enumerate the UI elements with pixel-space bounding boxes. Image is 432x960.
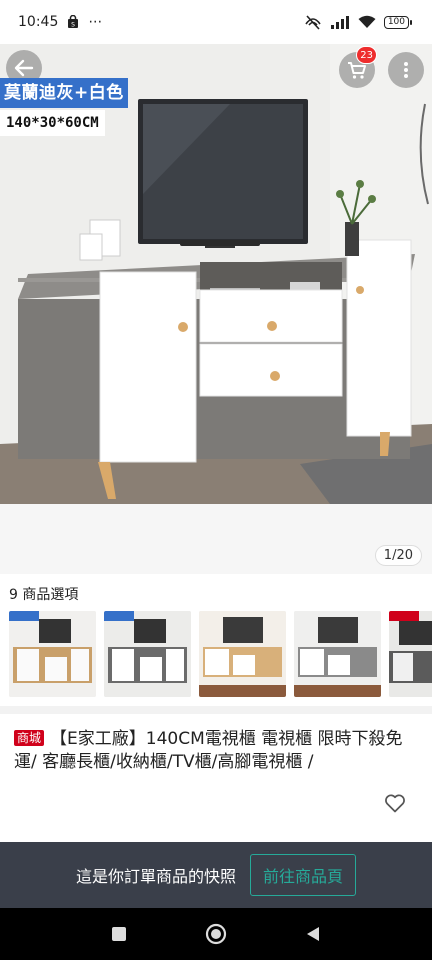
variant-thumbnail[interactable] (199, 611, 286, 697)
more-vertical-icon (404, 62, 408, 78)
mall-badge: 商城 (14, 730, 45, 746)
wifi-off-calling-icon (304, 14, 322, 30)
variant-thumbnail[interactable] (389, 611, 432, 697)
arrow-left-icon (14, 59, 34, 77)
notification-bag-icon: S (66, 15, 80, 29)
svg-text:S: S (71, 22, 75, 29)
snapshot-notice: 這是你訂單商品的快照 (75, 867, 236, 886)
like-button[interactable] (383, 791, 407, 815)
cart-count-badge: 23 (356, 46, 377, 64)
signal-icon (330, 15, 350, 29)
product-title-text: 【E家工廠】140CM電視櫃 電視櫃 限時下殺免運/ 客廳長櫃/收納櫃/TV櫃/… (14, 729, 403, 772)
product-image-carousel[interactable]: 23 莫蘭迪灰+白色 140*30*60CM 1/20 (0, 44, 432, 574)
triangle-back-icon (307, 927, 320, 941)
cart-button[interactable]: 23 (339, 46, 377, 88)
variant-thumbnail[interactable] (104, 611, 191, 697)
battery-icon: 100 (383, 15, 412, 29)
battery-level: 100 (383, 15, 409, 29)
snapshot-bar: 這是你訂單商品的快照 前往商品頁 (0, 842, 432, 908)
status-left: 10:45 S ⋯ (18, 14, 102, 30)
variant-thumbnail[interactable] (294, 611, 381, 697)
heart-icon (385, 794, 405, 813)
variant-thumbnail[interactable] (9, 611, 96, 697)
variants-label: 9 商品選項 (9, 587, 79, 603)
go-to-product-button[interactable]: 前往商品頁 (250, 854, 357, 896)
wifi-icon (358, 15, 376, 29)
size-tag: 140*30*60CM (0, 110, 105, 136)
system-nav-bar (0, 908, 432, 960)
section-divider (0, 706, 432, 714)
status-bar: 10:45 S ⋯ 100 (0, 0, 432, 44)
home-button[interactable] (204, 922, 228, 946)
square-icon (111, 927, 126, 941)
image-page-counter: 1/20 (374, 545, 422, 566)
more-options-button[interactable] (388, 52, 424, 88)
variants-row (9, 611, 432, 697)
status-right: 100 (304, 14, 412, 30)
screen: 10:45 S ⋯ 100 23 莫蘭迪灰+白色 140*30*60CM 1/2… (0, 0, 432, 960)
product-title: 商城 【E家工廠】140CM電視櫃 電視櫃 限時下殺免運/ 客廳長櫃/收納櫃/TV… (14, 728, 424, 774)
status-more-icon: ⋯ (88, 14, 103, 30)
recent-apps-button[interactable] (107, 922, 131, 946)
circle-icon (205, 923, 227, 945)
color-variant-tag: 莫蘭迪灰+白色 (0, 78, 128, 108)
status-time: 10:45 (18, 14, 59, 30)
back-nav-button[interactable] (301, 922, 325, 946)
